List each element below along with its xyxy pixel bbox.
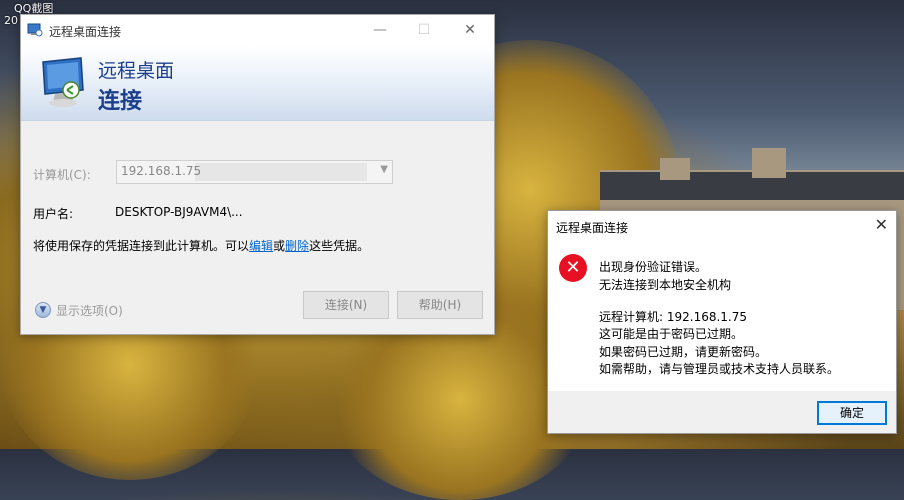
expand-options-icon[interactable]: ▼ — [35, 302, 51, 318]
error-icon: ✕ — [559, 254, 587, 282]
delete-credentials-link[interactable]: 删除 — [285, 239, 309, 253]
credentials-info-or: 或 — [273, 239, 286, 253]
error-dialog-title: 远程桌面连接 — [556, 221, 629, 235]
title-bar[interactable]: 远程桌面连接 — ☐ ✕ — [21, 15, 494, 46]
background-chimney — [660, 158, 690, 180]
close-icon[interactable]: ✕ — [875, 215, 888, 234]
credentials-info: 将使用保存的凭据连接到此计算机。可以编辑或删除这些凭据。 — [33, 237, 369, 254]
remote-desktop-window: 远程桌面连接 — ☐ ✕ 远程桌面 连接 计算机(C): 192.168.1.7… — [20, 14, 495, 335]
error-detail-line: 这可能是由于密码已过期。 — [599, 327, 744, 341]
close-icon[interactable]: ✕ — [447, 15, 493, 46]
header-banner: 远程桌面 连接 — [21, 46, 494, 121]
computer-label: 计算机(C): — [33, 168, 91, 182]
credentials-info-suffix: 这些凭据。 — [309, 239, 370, 253]
minimize-icon[interactable]: — — [357, 15, 403, 46]
show-options-link[interactable]: 显示选项(O) — [56, 302, 123, 319]
monitor-icon — [42, 57, 84, 107]
ok-button[interactable]: 确定 — [817, 401, 887, 425]
help-button[interactable]: 帮助(H) — [397, 291, 483, 319]
error-message-line: 无法连接到本地安全机构 — [599, 278, 732, 292]
banner-title-line2: 连接 — [98, 89, 143, 114]
error-message-line: 出现身份验证错误。 — [599, 260, 708, 274]
error-dialog-footer: 确定 — [548, 391, 896, 433]
credentials-info-prefix: 将使用保存的凭据连接到此计算机。可以 — [33, 239, 250, 253]
error-detail-line: 如需帮助，请与管理员或技术支持人员联系。 — [599, 362, 840, 376]
rdp-app-icon — [27, 23, 43, 37]
window-title: 远程桌面连接 — [49, 25, 122, 39]
computer-combobox[interactable]: 192.168.1.75 ▼ — [116, 160, 393, 184]
maximize-icon[interactable]: ☐ — [401, 15, 447, 46]
error-detail-line: 如果密码已过期，请更新密码。 — [599, 345, 768, 359]
connect-button[interactable]: 连接(N) — [303, 291, 389, 319]
error-dialog: 远程桌面连接 ✕ ✕ 出现身份验证错误。 无法连接到本地安全机构 远程计算机: … — [547, 210, 897, 434]
computer-value: 192.168.1.75 — [121, 164, 202, 178]
edit-credentials-link[interactable]: 编辑 — [249, 239, 273, 253]
username-value: DESKTOP-BJ9AVM4\... — [115, 205, 243, 219]
chevron-down-icon[interactable]: ▼ — [380, 164, 388, 175]
combobox-highlight — [195, 163, 367, 181]
error-detail-line: 远程计算机: 192.168.1.75 — [599, 310, 748, 324]
overlay-label-secondary: 20 — [4, 14, 18, 27]
banner-title-line1: 远程桌面 — [98, 60, 175, 82]
username-label: 用户名: — [33, 207, 74, 221]
background-chimney — [752, 148, 786, 178]
